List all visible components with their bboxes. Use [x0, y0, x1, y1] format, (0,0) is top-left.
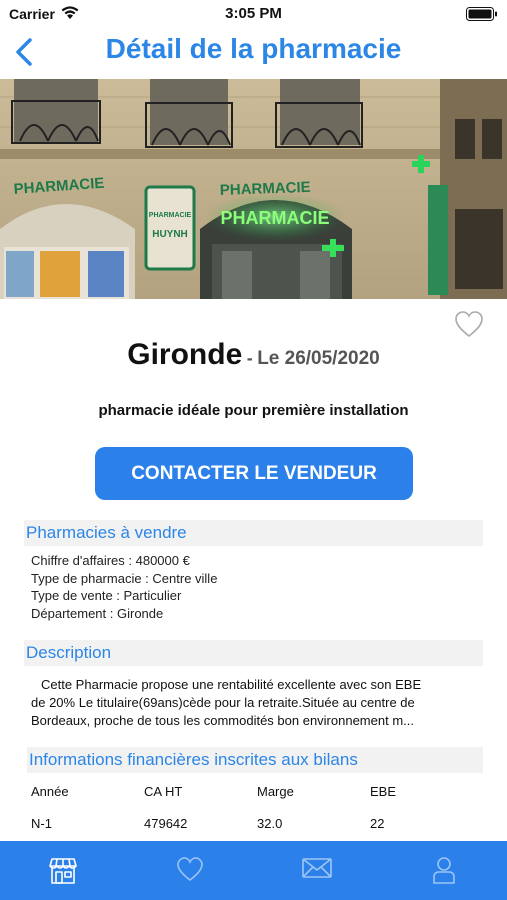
- title-separator: -: [246, 348, 253, 368]
- listing-date: Le 26/05/2020: [257, 348, 380, 369]
- favorite-heart-icon[interactable]: [454, 310, 484, 338]
- cell-year: N-1: [31, 816, 52, 831]
- mail-icon: [302, 858, 332, 878]
- listing-subtitle: pharmacie idéale pour première installat…: [98, 402, 409, 419]
- section-title-description: Description: [26, 643, 112, 662]
- section-header-description: Description: [24, 640, 483, 666]
- hero-neon-sign: PHARMACIE: [220, 208, 329, 228]
- section-header-for-sale: Pharmacies à vendre: [24, 520, 483, 546]
- hero-plaque-name: HUYNH: [152, 229, 188, 240]
- description-line: Bordeaux, proche de tous les commodités …: [31, 713, 414, 728]
- contact-seller-button[interactable]: CONTACTER LE VENDEUR: [95, 447, 413, 500]
- detail-line-type: Type de pharmacie : Centre ville: [31, 570, 218, 586]
- bottom-tab-bar: [0, 841, 507, 900]
- section-title-for-sale: Pharmacies à vendre: [26, 523, 187, 542]
- tab-account[interactable]: [381, 841, 507, 900]
- tab-pharmacies[interactable]: [0, 841, 126, 900]
- storefront-icon: [49, 858, 77, 884]
- tab-messages[interactable]: [254, 841, 380, 900]
- column-header-year: Année: [31, 784, 69, 799]
- description-line: Cette Pharmacie propose une rentabilité …: [41, 677, 422, 692]
- listing-title-row: Gironde - Le 26/05/2020: [0, 338, 507, 372]
- column-header-revenue: CA HT: [144, 784, 183, 799]
- tab-favorites[interactable]: [127, 841, 253, 900]
- section-header-financials: Informations financières inscrites aux b…: [27, 747, 483, 773]
- listing-title: Gironde: [127, 338, 243, 371]
- column-header-margin: Marge: [257, 784, 294, 799]
- cell-ebe: 22: [370, 816, 385, 831]
- table-header-row: Année CA HT Marge EBE: [31, 784, 483, 804]
- battery-icon: [466, 7, 497, 21]
- cell-revenue: 479642: [144, 816, 188, 831]
- description-line: de 20% Le titulaire(69ans)cède pour la r…: [31, 695, 415, 710]
- detail-line-sale-type: Type de vente : Particulier: [31, 588, 182, 603]
- page-title: Détail de la pharmacie: [105, 33, 402, 64]
- column-header-ebe: EBE: [370, 784, 397, 799]
- section-title-financials: Informations financières inscrites aux b…: [29, 750, 358, 769]
- status-time: 3:05 PM: [225, 5, 282, 22]
- status-bar: Carrier 3:05 PM: [0, 0, 507, 28]
- hero-plaque-top: PHARMACIE: [149, 212, 192, 219]
- description-text: Cette Pharmacie propose une rentabilité …: [31, 676, 477, 730]
- pharmacy-photo: PHARMACIE PHARMACIE HUYNH PHARMACIE PHAR…: [0, 79, 507, 299]
- for-sale-details: Chiffre d'affaires : 480000 € Type de ph…: [31, 552, 217, 622]
- nav-bar: Détail de la pharmacie: [0, 28, 507, 78]
- heart-icon: [177, 857, 203, 882]
- table-row: N-1 479642 32.0 22: [31, 816, 483, 836]
- detail-line-revenue: Chiffre d'affaires : 480000 €: [31, 553, 190, 568]
- cell-margin: 32.0: [257, 816, 283, 831]
- user-icon: [433, 857, 455, 884]
- detail-line-department: Département : Gironde: [31, 605, 164, 621]
